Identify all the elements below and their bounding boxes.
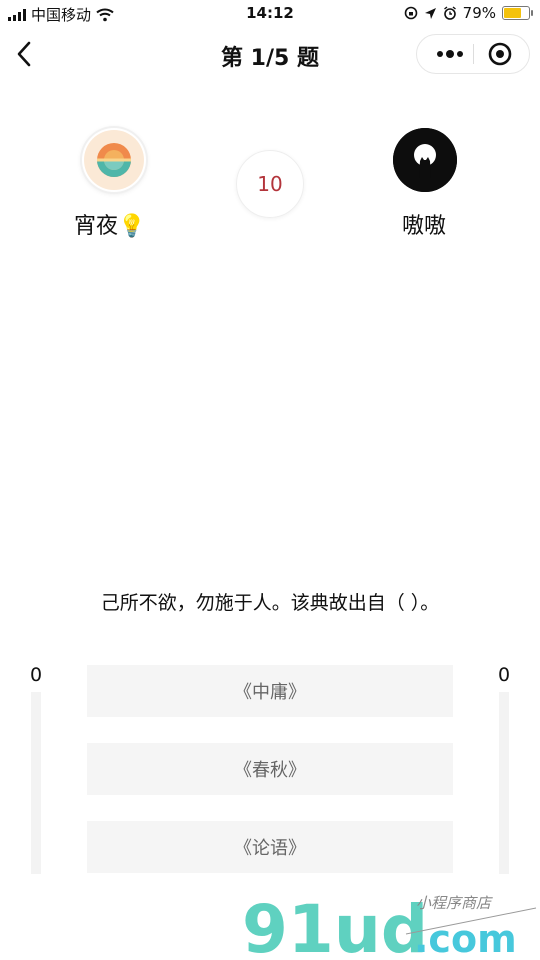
player-right-score: 0 [498, 664, 511, 686]
battery-icon [502, 6, 533, 20]
player-left-score-bar [31, 692, 41, 874]
countdown-timer: 10 [236, 150, 304, 218]
more-dots-icon[interactable] [431, 41, 471, 67]
quiz-page: 中国移动 14:12 79% 第 1/5 题 宵夜💡 10 嗷嗷 己所不欲，勿施… [0, 0, 540, 960]
alarm-icon [443, 6, 456, 20]
mini-program-capsule [416, 34, 530, 74]
watermark-brand: 91ud [242, 891, 428, 960]
player-left-score: 0 [30, 664, 43, 686]
answer-option-2[interactable]: 《春秋》 [87, 743, 453, 795]
location-arrow-icon [424, 7, 436, 19]
sunset-avatar-icon [84, 130, 144, 190]
battery-fill [504, 8, 522, 18]
target-close-icon[interactable] [485, 41, 515, 67]
nav-bar: 第 1/5 题 [0, 28, 540, 80]
question-text: 己所不欲，勿施于人。该典故出自（ ）。 [100, 592, 440, 614]
player-right-name: 嗷嗷 [402, 214, 447, 239]
watermark-tagline: 小程序商店 [416, 894, 493, 912]
player-right-score-bar [499, 692, 509, 874]
timer-value: 10 [257, 172, 283, 196]
watermark-suffix: .com [414, 917, 517, 960]
answer-option-1[interactable]: 《中庸》 [87, 665, 453, 717]
rotation-lock-icon [404, 6, 417, 20]
battery-percent: 79% [462, 4, 496, 22]
status-bar: 中国移动 14:12 79% [0, 0, 540, 28]
status-right: 79% [404, 4, 533, 22]
watermark-logo: 91ud .com 小程序商店 [242, 891, 537, 960]
player-left-name: 宵夜💡 [74, 214, 146, 239]
moon-cat-avatar-icon [393, 128, 457, 192]
capsule-divider [473, 44, 474, 64]
player-right-avatar [393, 128, 457, 192]
player-left-avatar [82, 128, 146, 192]
answer-option-3[interactable]: 《论语》 [87, 821, 453, 873]
